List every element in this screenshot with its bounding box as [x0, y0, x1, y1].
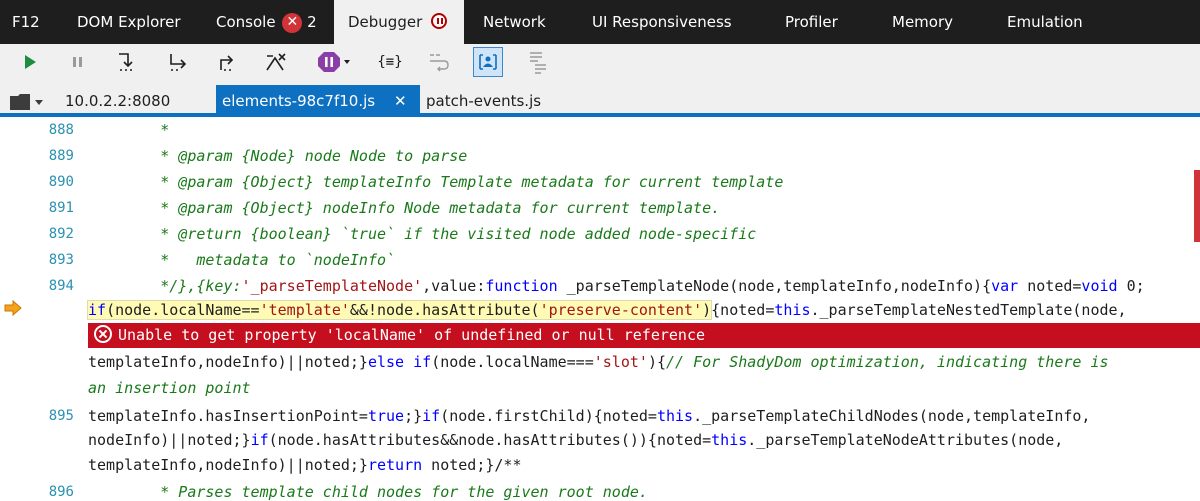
- code-editor[interactable]: 888 889 890 891 892 893 894 895 896 * * …: [0, 117, 1200, 501]
- tab-emulation[interactable]: Emulation: [1007, 0, 1083, 44]
- line-number[interactable]: 895: [0, 403, 74, 429]
- code-token: 'template': [259, 301, 350, 319]
- file-tab-bar: 10.0.2.2:8080 elements-98c7f10.js ✕ patc…: [0, 81, 1200, 117]
- code-token: (node.hasAttributes&&node.hasAttributes(…: [268, 431, 712, 449]
- code-line: templateInfo.hasInsertionPoint=true;}if(…: [88, 403, 1090, 429]
- code-token: this: [774, 301, 811, 319]
- code-token: 'slot': [593, 353, 648, 371]
- tab-memory[interactable]: Memory: [892, 0, 953, 44]
- current-statement-highlight: if(node.localName=='template'&&!node.has…: [86, 300, 713, 320]
- code-token: else if: [367, 353, 432, 371]
- just-my-code-icon[interactable]: [473, 47, 503, 77]
- tab-debugger-label: Debugger: [348, 13, 423, 31]
- code-token: ._parseTemplateNestedTemplate(node,: [810, 301, 1127, 319]
- current-statement-line: if(node.localName=='template'&&!node.has…: [86, 297, 1127, 323]
- code-token: (node.firstChild){noted=: [440, 407, 657, 425]
- code-line: */},{key:'_parseTemplateNode',value:func…: [88, 273, 1145, 299]
- file-tab-elements-label: elements-98c7f10.js: [222, 92, 376, 110]
- code-token: templateInfo,nodeInfo)||noted;}: [88, 456, 368, 474]
- tab-debugger[interactable]: Debugger: [334, 0, 464, 44]
- code-line: * @param {Node} node Node to parse: [88, 147, 468, 165]
- tab-f12: F12: [12, 13, 40, 31]
- code-line: * Parses template child nodes for the gi…: [88, 483, 648, 501]
- line-number[interactable]: 890: [0, 169, 74, 195]
- line-number[interactable]: 889: [0, 143, 74, 169]
- console-error-count: 2: [307, 13, 317, 31]
- code-token: if: [422, 407, 441, 425]
- line-number[interactable]: 888: [0, 117, 74, 143]
- line-number[interactable]: 893: [0, 247, 74, 273]
- line-number[interactable]: 891: [0, 195, 74, 221]
- error-icon: [94, 325, 112, 343]
- source-maps-icon[interactable]: [524, 48, 552, 76]
- code-token: templateInfo.hasInsertionPoint=: [88, 407, 368, 425]
- play-icon[interactable]: [16, 48, 44, 76]
- code-token: (node.localName===: [431, 353, 594, 371]
- code-token: noted=: [1018, 277, 1082, 295]
- code-token: 0;: [1117, 277, 1145, 295]
- code-token: if: [250, 431, 269, 449]
- code-line: an insertion point: [88, 379, 251, 397]
- code-line: templateInfo,nodeInfo)||noted;}return no…: [88, 452, 522, 478]
- step-into-icon[interactable]: [114, 48, 142, 76]
- code-token: this: [656, 407, 694, 425]
- break-on-new-worker-icon[interactable]: [262, 48, 290, 76]
- code-line: * @return {boolean} `true` if the visite…: [88, 225, 757, 243]
- error-icon: ✕: [282, 13, 303, 33]
- code-token: function: [485, 277, 558, 295]
- code-line: *: [88, 121, 170, 139]
- code-token: nodeInfo)||noted;}: [88, 431, 251, 449]
- line-number[interactable]: 892: [0, 221, 74, 247]
- tab-dom-explorer[interactable]: DOM Explorer: [77, 0, 181, 44]
- pause-icon[interactable]: [64, 48, 92, 76]
- code-token: void: [1081, 277, 1118, 295]
- code-line: * @param {Object} templateInfo Template …: [88, 173, 784, 191]
- code-token: {noted=: [711, 301, 775, 319]
- line-number[interactable]: 896: [0, 479, 74, 501]
- code-token: (node.localName==: [106, 301, 260, 319]
- code-token: ): [702, 301, 712, 319]
- step-over-icon[interactable]: [165, 48, 193, 76]
- code-token: 'preserve-content': [539, 301, 703, 319]
- code-token: true: [367, 407, 405, 425]
- tab-ui-responsiveness[interactable]: UI Responsiveness: [592, 0, 732, 44]
- exception-banner: Unable to get property 'localName' of un…: [88, 323, 1200, 348]
- code-token: // For ShadyDom optimization, indicating…: [666, 353, 1109, 371]
- exception-message: Unable to get property 'localName' of un…: [118, 326, 705, 344]
- scrollbar-error-marker[interactable]: [1194, 170, 1200, 242]
- tab-console-label: Console: [216, 13, 276, 31]
- tab-console[interactable]: Console ✕ 2: [216, 0, 317, 44]
- debugger-toolbar: {≡}: [0, 44, 1200, 81]
- step-out-icon[interactable]: [214, 48, 242, 76]
- devtools-tab-bar: F12 DOM Explorer Console ✕ 2 Debugger Ne…: [0, 0, 1200, 44]
- line-number[interactable]: 894: [0, 273, 74, 299]
- tab-profiler[interactable]: Profiler: [785, 0, 838, 44]
- tab-network[interactable]: Network: [483, 0, 546, 44]
- code-token: _parseTemplateNode(node,templateInfo,nod…: [557, 277, 992, 295]
- code-token: */},{key:: [88, 277, 242, 295]
- code-token: ,value:: [422, 277, 486, 295]
- pretty-print-icon[interactable]: {≡}: [376, 48, 404, 76]
- paused-icon: [431, 13, 448, 29]
- code-token: ._parseTemplateChildNodes(node,templateI…: [693, 407, 1091, 425]
- code-line: templateInfo,nodeInfo)||noted;}else if(n…: [88, 349, 1109, 375]
- code-token: ._parseTemplateNodeAttributes(node,: [747, 431, 1064, 449]
- code-token: '_parseTemplateNode': [241, 277, 423, 295]
- code-token: var: [991, 277, 1019, 295]
- code-token: return: [367, 456, 423, 474]
- current-statement-arrow-icon: [4, 300, 22, 316]
- code-line: * @param {Object} nodeInfo Node metadata…: [88, 199, 721, 217]
- code-token: this: [711, 431, 748, 449]
- word-wrap-icon[interactable]: [425, 48, 453, 76]
- code-line: nodeInfo)||noted;}if(node.hasAttributes&…: [88, 427, 1063, 453]
- code-token: &&!node.hasAttribute(: [349, 301, 540, 319]
- code-line: * metadata to `nodeInfo`: [88, 251, 396, 269]
- code-token: ){: [647, 353, 666, 371]
- exception-behavior-icon[interactable]: [314, 48, 354, 76]
- code-token: templateInfo,nodeInfo)||noted;}: [88, 353, 368, 371]
- code-token: ;}: [404, 407, 423, 425]
- code-token: noted;}/**: [422, 456, 522, 474]
- code-token: if: [88, 301, 107, 319]
